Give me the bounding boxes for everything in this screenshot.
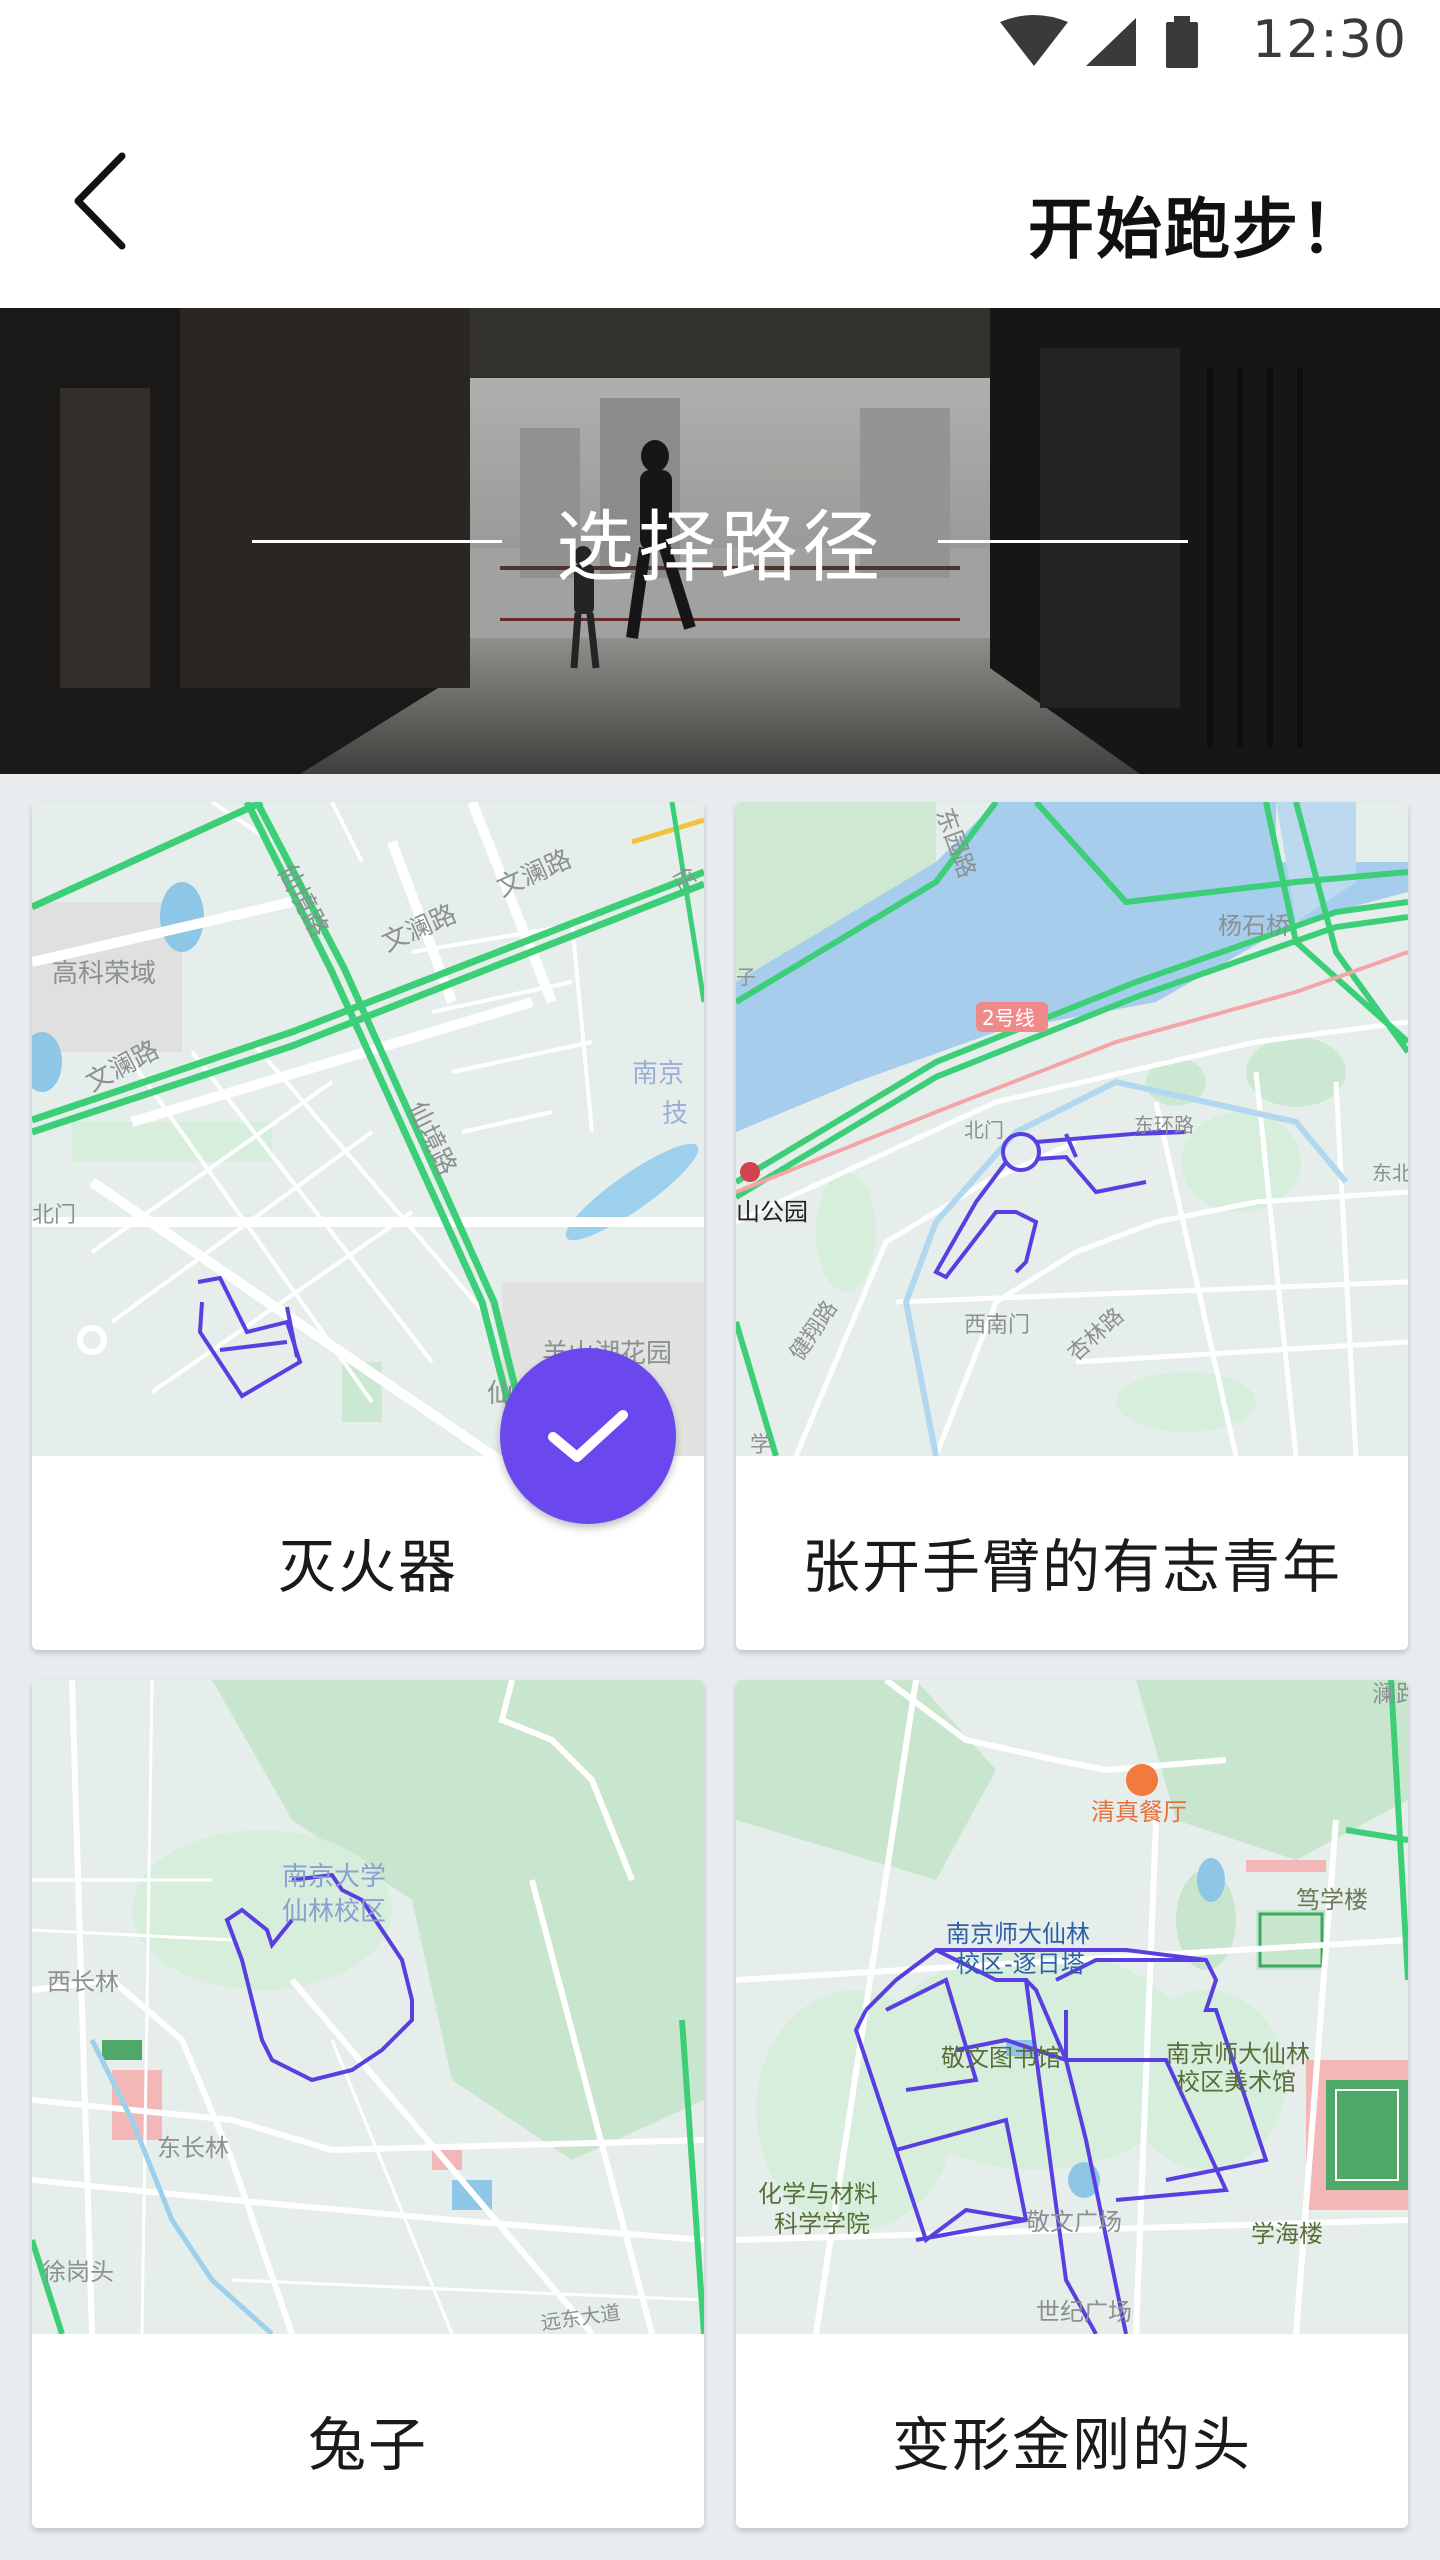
status-bar: 12:30 [0,0,1440,96]
route-card-rabbit[interactable]: 南京大学 仙林校区 西长林 东长林 徐岗头 远东大道 兔子 [32,1680,704,2528]
map-label: 西南门 [964,1313,1030,1338]
map-label: 山公园 [736,1198,808,1226]
route-name: 兔子 [307,2411,428,2479]
hero-title: 选择路径 [555,503,884,593]
wifi-icon [1000,15,1068,66]
map-label: 澜路 [1372,1680,1408,1708]
route-map-3: 南京大学 仙林校区 西长林 东长林 徐岗头 远东大道 [32,1680,704,2334]
map-label: 东北 [1372,1161,1408,1185]
map-label: 南京师大仙林 [1166,2040,1310,2068]
route-map-4: 清真餐厅 澜路 笃学楼 南京师大仙林 校区-逐日塔 敬文图书馆 南京师大仙林 校… [736,1680,1408,2334]
chevron-left-icon [74,152,126,250]
checkmark-icon [548,1410,628,1462]
map-label: 学 [750,1433,772,1456]
map-label: 笃学楼 [1296,1886,1368,1914]
route-name: 灭火器 [277,1533,458,1601]
hero-title-row: 选择路径 [0,308,1440,774]
map-label: 化学与材料 [758,2180,878,2208]
hero-divider-right [938,539,1188,543]
route-card-fire-extinguisher[interactable]: 高科荣域 文澜路 仙境路 文澜路 文澜路 仙境路 南京 技 北门 羊山湖花园 仙… [32,802,704,1650]
map-label: 校区美术馆 [1176,2068,1296,2096]
map-label: 校区-逐日塔 [956,1950,1085,1978]
route-card-transformer-head[interactable]: 清真餐厅 澜路 笃学楼 南京师大仙林 校区-逐日塔 敬文图书馆 南京师大仙林 校… [736,1680,1408,2528]
map-label: 北门 [32,1203,76,1228]
back-button[interactable] [60,146,160,256]
map-label: 南京 [632,1059,684,1089]
battery-icon [1166,16,1198,68]
hero-divider-left [251,539,502,543]
map-label: 仙林校区 [282,1897,386,1927]
route-name: 变形金刚的头 [891,2411,1252,2479]
hero-banner: 选择路径 [0,308,1440,774]
signal-icon [1086,18,1136,66]
selected-badge [500,1348,676,1524]
map-label: 西长林 [47,1968,119,1996]
status-icons [1000,15,1198,68]
map-label: 敬文图书馆 [941,2044,1061,2072]
map-label: 南京大学 [282,1862,386,1892]
map-label: 东长林 [157,2134,229,2162]
map-label: 技 [662,1099,688,1129]
map-label: 北门 [964,1118,1004,1142]
map-label: 科学学院 [774,2210,870,2238]
map-label: 清真餐厅 [1091,1798,1187,1826]
map-label: 高科荣域 [52,959,156,989]
app-bar: 开始跑步！ [0,96,1440,308]
map-label: 学海楼 [1251,2220,1323,2248]
map-label: 徐岗头 [42,2258,114,2286]
route-card-open-arms-youth[interactable]: 东园路 杨石桥 2号线 北门 东环路 山公园 西南门 健翔路 杏林路 东北 学 … [736,802,1408,1650]
map-label: 2号线 [982,1006,1035,1030]
status-time: 12:30 [1252,10,1407,70]
route-name: 张开手臂的有志青年 [801,1533,1342,1601]
map-label: 杨石桥 [1218,912,1290,940]
map-label: 南京师大仙林 [946,1920,1090,1948]
route-map-2: 东园路 杨石桥 2号线 北门 东环路 山公园 西南门 健翔路 杏林路 东北 学 … [736,802,1408,1456]
map-label: 世纪广场 [1036,2298,1132,2326]
page-title: 开始跑步！ [1028,191,1368,268]
map-label: 子 [736,965,756,989]
map-label: 敬文广场 [1026,2208,1122,2236]
map-label: 东环路 [1134,1113,1194,1137]
